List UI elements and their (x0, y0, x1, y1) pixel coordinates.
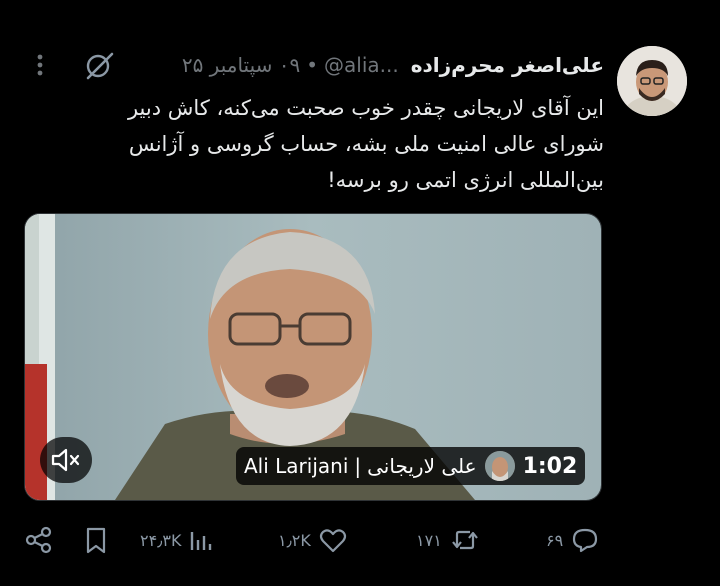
tweet-text-line: بین‌المللی انرژی اتمی رو برسه! (327, 168, 604, 192)
caption-english: Ali Larijani (244, 454, 349, 478)
tweet-text-line: این آقای لاریجانی چقدر خوب صحبت می‌کنه، … (127, 96, 604, 120)
author-name[interactable]: علی‌اصغر محرم‌زاده (411, 53, 604, 77)
reply-count: ۶۹ (546, 530, 564, 550)
author-handle[interactable]: @alia... (324, 53, 399, 77)
like-button[interactable]: ۱٫۲K (272, 520, 349, 560)
retweet-count: ۱۷۱ (416, 530, 442, 550)
author-avatar[interactable] (617, 46, 687, 116)
views-button[interactable]: ۲۴٫۳K (134, 520, 215, 560)
caption-persian: علی لاریجانی (367, 454, 477, 478)
header-separator: • (306, 53, 319, 77)
reply-button[interactable]: ۶۹ (540, 520, 601, 560)
share-button[interactable] (24, 520, 54, 560)
reply-icon (573, 528, 598, 553)
tweet-text: این آقای لاریجانی چقدر خوب صحبت می‌کنه، … (14, 90, 604, 198)
tweet-text-line: شورای عالی امنیت ملی بشه، حساب گروسی و آ… (128, 132, 604, 156)
bookmark-icon (86, 527, 106, 554)
like-icon (319, 529, 346, 553)
more-vertical-icon[interactable] (30, 50, 50, 80)
mute-icon (51, 448, 80, 472)
action-bar: ۶۹ ۱۷۱ ۱٫۲K ۲۴٫۳K (0, 520, 720, 560)
share-icon (25, 526, 52, 554)
grok-icon[interactable] (82, 48, 116, 82)
views-icon (191, 532, 212, 550)
tweet-date[interactable]: ۰۹ سپتامبر ۲۵ (182, 53, 300, 77)
views-count: ۲۴٫۳K (140, 530, 182, 550)
tweet-header: علی‌اصغر محرم‌زاده @alia... • ۰۹ سپتامبر… (182, 50, 604, 80)
mute-button[interactable] (40, 437, 92, 483)
video-caption: Ali Larijani | علی لاریجانی 1:02 (236, 447, 586, 485)
like-count: ۱٫۲K (278, 530, 311, 550)
retweet-icon (451, 530, 478, 550)
caption-separator: | (354, 454, 362, 478)
video-duration: 1:02 (522, 453, 578, 479)
tweet[interactable]: علی‌اصغر محرم‌زاده @alia... • ۰۹ سپتامبر… (0, 0, 720, 586)
bookmark-button[interactable] (82, 520, 110, 560)
caption-avatar (484, 451, 515, 481)
retweet-button[interactable]: ۱۷۱ (410, 520, 482, 560)
